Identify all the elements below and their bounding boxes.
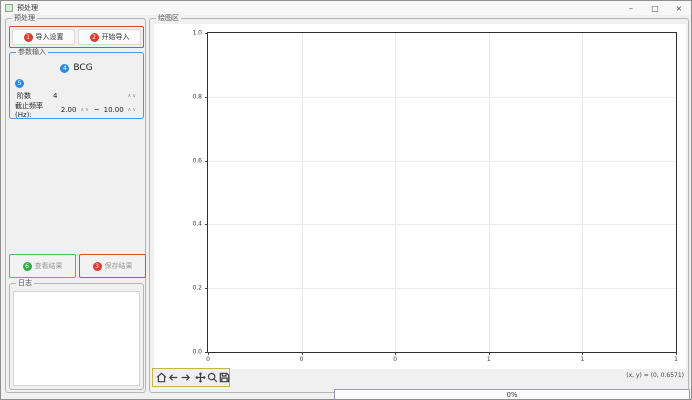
y-tick <box>205 352 208 353</box>
preprocess-group-label: 预处理 <box>12 14 37 23</box>
x-tick-label: 1 <box>674 356 678 363</box>
y-tick-label: 0.6 <box>192 157 202 164</box>
x-tick-label: 0 <box>393 356 397 363</box>
y-tick-label: 0.2 <box>192 285 202 292</box>
save-figure-button[interactable] <box>219 370 230 385</box>
back-arrow-icon <box>168 372 179 383</box>
step-badge-6: 6 <box>23 262 32 271</box>
x-tick <box>676 352 677 355</box>
x-tick <box>395 352 396 355</box>
plot-figure[interactable]: 0 0 0 1 1 1 1.0 0.8 0.6 0.4 0.2 0.0 <box>154 24 686 369</box>
x-tick <box>489 352 490 355</box>
log-group: 日志 <box>9 283 144 390</box>
parameter-input-group: 参数输入 4 BCG 5 阶数 4 ∧∨ 截止频率(Hz): 2.00 ∧∨ ~… <box>9 52 144 119</box>
step-badge-1: 1 <box>24 33 33 42</box>
plot-group-label: 绘图区 <box>156 14 181 23</box>
grid-line-vertical <box>395 33 396 352</box>
cutoff-frequency-row: 截止频率(Hz): 2.00 ∧∨ ~ 10.00 ∧∨ <box>15 104 137 115</box>
window-controls: – □ × <box>619 1 691 15</box>
step-badge-2: 2 <box>90 33 99 42</box>
cutoff-frequency-label: 截止频率(Hz): <box>15 101 57 119</box>
grid-line-vertical <box>302 33 303 352</box>
zoom-button[interactable] <box>207 370 218 385</box>
x-tick <box>582 352 583 355</box>
x-tick-label: 1 <box>487 356 491 363</box>
cutoff-low-spinner-arrows-icon[interactable]: ∧∨ <box>80 107 89 113</box>
cutoff-high-spinbox[interactable]: 10.00 <box>104 106 124 114</box>
y-tick <box>205 224 208 225</box>
cutoff-low-spinbox[interactable]: 2.00 <box>61 106 77 114</box>
log-group-label: 日志 <box>16 279 34 288</box>
x-tick-label: 0 <box>206 356 210 363</box>
x-tick <box>208 352 209 355</box>
grid-line-vertical <box>582 33 583 352</box>
window-title: 预处理 <box>17 3 38 13</box>
grid-line-horizontal <box>208 97 676 98</box>
cutoff-range-separator: ~ <box>94 106 100 114</box>
y-tick-label: 0.0 <box>192 349 202 356</box>
start-import-button[interactable]: 2 开始导入 <box>78 29 141 45</box>
forward-button[interactable] <box>180 370 191 385</box>
home-button[interactable] <box>156 370 167 385</box>
view-results-button[interactable]: 6 查看结果 <box>9 254 76 278</box>
y-tick <box>205 161 208 162</box>
import-settings-label: 导入设置 <box>36 32 64 42</box>
progress-bar: 0% <box>334 389 690 400</box>
cutoff-high-spinner-arrows-icon[interactable]: ∧∨ <box>128 107 137 113</box>
grid-line-vertical <box>489 33 490 352</box>
app-window: 预处理 – □ × 预处理 1 导入设置 2 开始导入 参数输入 4 BCG <box>0 0 692 400</box>
progress-value-label: 0% <box>506 391 517 399</box>
log-output-area[interactable] <box>13 291 140 386</box>
filter-order-row: 阶数 4 ∧∨ <box>17 90 137 101</box>
title-bar[interactable]: 预处理 – □ × <box>1 1 691 15</box>
view-results-label: 查看结果 <box>35 261 63 271</box>
step-badge-4: 4 <box>60 64 69 73</box>
forward-arrow-icon <box>180 372 191 383</box>
y-tick-label: 0.4 <box>192 221 202 228</box>
home-icon <box>156 372 167 383</box>
x-tick-label: 1 <box>580 356 584 363</box>
filter-order-spinbox[interactable]: 4 <box>53 92 57 100</box>
cursor-coordinates: (x, y) = (0, 0.6571) <box>626 372 684 379</box>
back-button[interactable] <box>168 370 179 385</box>
floppy-save-icon <box>219 372 230 383</box>
filter-order-spinner-arrows-icon[interactable]: ∧∨ <box>128 93 137 99</box>
step-badge-3: 3 <box>93 262 102 271</box>
minimize-button[interactable]: – <box>619 1 643 15</box>
y-tick <box>205 288 208 289</box>
y-tick-label: 1.0 <box>192 30 202 37</box>
x-tick <box>302 352 303 355</box>
grid-line-horizontal <box>208 224 676 225</box>
maximize-button[interactable]: □ <box>643 1 667 15</box>
y-tick <box>205 33 208 34</box>
signal-type-row: 4 BCG <box>10 63 143 73</box>
import-buttons-highlight-box: 1 导入设置 2 开始导入 <box>9 26 144 48</box>
pan-move-icon <box>195 372 206 383</box>
plot-group: 绘图区 0 0 0 1 <box>149 18 689 393</box>
signal-type-label: BCG <box>73 63 92 73</box>
y-tick-label: 0.8 <box>192 93 202 100</box>
step-badge-5: 5 <box>15 79 24 88</box>
filter-order-label: 阶数 <box>17 91 31 101</box>
close-button[interactable]: × <box>667 1 691 15</box>
plot-axes[interactable]: 0 0 0 1 1 1 1.0 0.8 0.6 0.4 0.2 0.0 <box>207 32 677 353</box>
start-import-label: 开始导入 <box>102 32 130 42</box>
save-results-label: 保存结果 <box>105 261 133 271</box>
pan-button[interactable] <box>195 370 206 385</box>
save-results-button[interactable]: 3 保存结果 <box>79 254 146 278</box>
grid-line-horizontal <box>208 161 676 162</box>
parameter-group-label: 参数输入 <box>16 48 48 57</box>
magnifier-icon <box>207 372 218 383</box>
app-icon <box>5 4 13 12</box>
preprocess-group: 预处理 1 导入设置 2 开始导入 参数输入 4 BCG 5 阶数 4 ∧ <box>5 18 146 393</box>
import-settings-button[interactable]: 1 导入设置 <box>12 29 75 45</box>
x-tick-label: 0 <box>300 356 304 363</box>
y-tick <box>205 97 208 98</box>
plot-toolbar <box>152 368 230 387</box>
grid-line-horizontal <box>208 288 676 289</box>
